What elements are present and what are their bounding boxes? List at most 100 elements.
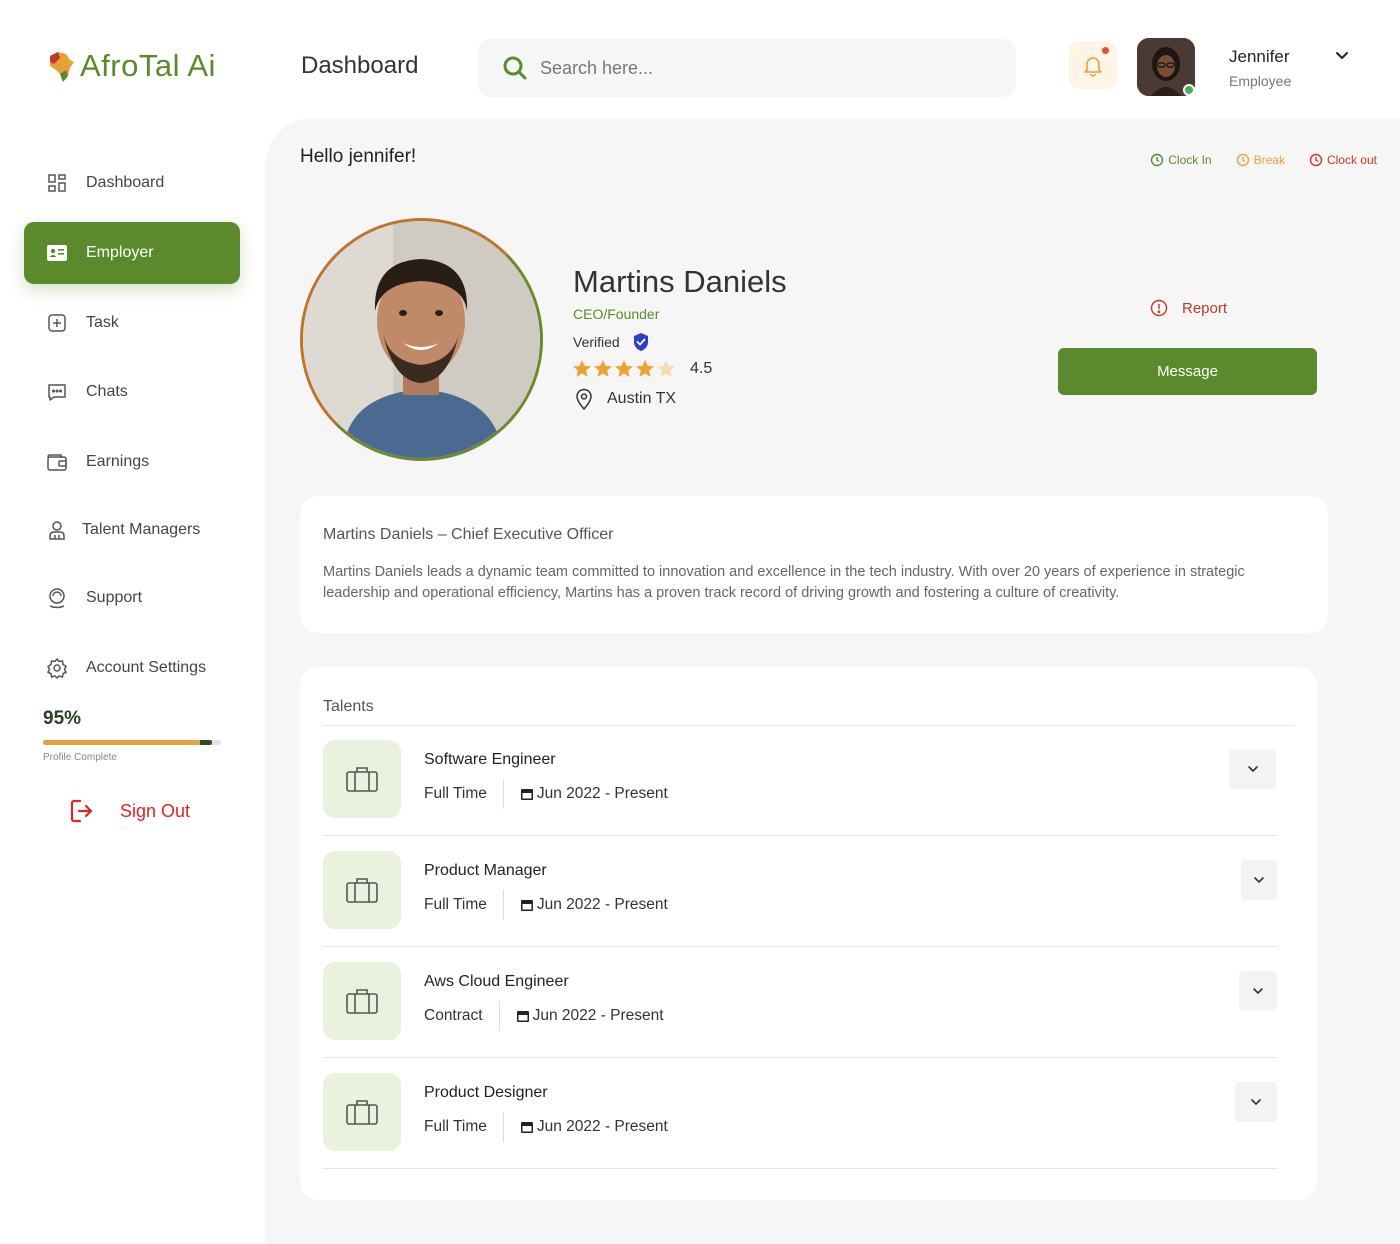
talent-title: Aws Cloud Engineer [424, 973, 569, 990]
grid-icon [46, 172, 68, 194]
briefcase-icon [346, 767, 378, 792]
talent-date: Jun 2022 - Present [504, 785, 668, 803]
talent-row[interactable]: Product Designer Full Time Jun 2022 - Pr… [323, 1058, 1277, 1169]
clock-icon [1151, 153, 1164, 167]
chevron-down-icon [1247, 766, 1258, 772]
sidebar-item-account-settings[interactable]: Account Settings [24, 637, 240, 699]
talent-meta: Full Time Jun 2022 - Present [424, 1112, 668, 1142]
id-card-icon [46, 242, 68, 264]
talent-row[interactable]: Software Engineer Full Time Jun 2022 - P… [323, 725, 1277, 836]
talent-date: Jun 2022 - Present [500, 1007, 664, 1025]
talent-date: Jun 2022 - Present [504, 1118, 668, 1136]
profile-rating: 4.5 [572, 359, 712, 379]
expand-toggle[interactable] [1241, 860, 1277, 900]
sidebar-item-label: Earnings [86, 453, 150, 470]
calendar-icon [520, 789, 533, 800]
bio-title: Martins Daniels – Chief Executive Office… [323, 526, 614, 543]
briefcase-icon-tile [323, 1073, 401, 1151]
location-pin-icon [576, 388, 592, 410]
report-button[interactable]: Report [1150, 299, 1227, 317]
alert-circle-icon [1150, 299, 1168, 317]
brand-logo[interactable]: AfroTal Ai [46, 48, 216, 84]
talent-title: Product Designer [424, 1084, 548, 1101]
profile-complete-label: Profile Complete [43, 752, 117, 763]
talent-meta: Contract Jun 2022 - Present [424, 1001, 664, 1031]
search-icon [503, 56, 527, 80]
expand-toggle[interactable] [1239, 971, 1277, 1011]
gear-icon [46, 657, 68, 679]
rating-value: 4.5 [690, 360, 713, 377]
sidebar-item-employer[interactable]: Employer [24, 222, 240, 284]
clock-in-label: Clock In [1168, 153, 1212, 167]
employment-type: Full Time [424, 779, 504, 809]
talent-meta: Full Time Jun 2022 - Present [424, 890, 668, 920]
greeting: Hello jennifer! [300, 146, 417, 167]
break-label: Break [1253, 153, 1285, 167]
chevron-down-icon [1254, 877, 1264, 883]
sidebar-item-earnings[interactable]: Earnings [24, 431, 240, 493]
briefcase-icon [346, 1100, 378, 1125]
date-range: Jun 2022 - Present [536, 896, 668, 913]
clock-out-button[interactable]: Clock out [1309, 153, 1377, 167]
bio-card: Martins Daniels – Chief Executive Office… [300, 496, 1328, 633]
star-icon [594, 360, 612, 377]
sidebar-item-label: Dashboard [86, 174, 165, 191]
notification-dot [1102, 47, 1109, 54]
talent-row[interactable]: Aws Cloud Engineer Contract Jun 2022 - P… [323, 947, 1277, 1058]
sidebar-item-task[interactable]: Task [24, 292, 240, 354]
clock-in-button[interactable]: Clock In [1150, 153, 1212, 167]
talent-meta: Full Time Jun 2022 - Present [424, 779, 668, 809]
calendar-icon [520, 900, 533, 911]
location-label: Austin TX [607, 390, 677, 407]
calendar-icon [520, 1122, 533, 1133]
employment-type: Contract [424, 1001, 500, 1031]
report-label: Report [1182, 299, 1228, 317]
date-range: Jun 2022 - Present [536, 785, 668, 802]
chat-icon [46, 381, 68, 403]
talent-row[interactable]: Product Manager Full Time Jun 2022 - Pre… [323, 836, 1277, 947]
sign-out-label: Sign Out [120, 800, 191, 821]
profile-role: CEO/Founder [573, 306, 660, 322]
talents-title: Talents [323, 698, 374, 715]
break-button[interactable]: Break [1236, 153, 1285, 167]
employment-type: Full Time [424, 890, 504, 920]
user-role: Employee [1229, 73, 1292, 89]
sign-out-button[interactable]: Sign Out [70, 798, 190, 824]
plus-square-icon [46, 312, 68, 334]
sidebar-item-support[interactable]: Support [24, 567, 240, 629]
briefcase-icon-tile [323, 962, 401, 1040]
search-bar[interactable] [478, 39, 1016, 97]
sidebar-item-label: Chats [86, 383, 128, 400]
user-avatar[interactable] [1137, 38, 1195, 96]
headset-icon [46, 587, 68, 609]
chevron-down-icon [1251, 1099, 1261, 1105]
online-indicator [1183, 84, 1195, 96]
sidebar-item-label: Employer [86, 244, 154, 261]
star-rating-icons [573, 360, 675, 377]
sidebar-item-dashboard[interactable]: Dashboard [24, 152, 240, 214]
talent-title: Product Manager [424, 862, 547, 879]
briefcase-icon-tile [323, 740, 401, 818]
employment-type: Full Time [424, 1112, 504, 1142]
profile-progress-fill [43, 740, 213, 745]
briefcase-icon [346, 878, 378, 903]
clock-actions: Clock In Break Clock out [1150, 153, 1377, 167]
sidebar-item-label: Support [86, 589, 143, 606]
expand-toggle[interactable] [1229, 749, 1276, 789]
sidebar-item-talent-managers[interactable]: Talent Managers [24, 499, 240, 561]
notification-button[interactable] [1069, 41, 1117, 89]
profile-complete-percent: 95% [43, 708, 82, 729]
search-input[interactable] [540, 57, 980, 79]
verified-shield-icon [633, 333, 648, 351]
sidebar-item-chats[interactable]: Chats [24, 361, 240, 423]
chevron-down-icon[interactable] [1334, 48, 1350, 64]
expand-toggle[interactable] [1235, 1082, 1277, 1122]
briefcase-icon-tile [323, 851, 401, 929]
profile-photo [300, 218, 543, 461]
clock-icon [1236, 153, 1249, 167]
chevron-down-icon [1253, 988, 1263, 994]
message-button[interactable]: Message [1058, 348, 1317, 395]
calendar-icon [516, 1011, 529, 1022]
star-icon [636, 360, 654, 377]
brand-name: AfroTal Ai [80, 48, 216, 83]
